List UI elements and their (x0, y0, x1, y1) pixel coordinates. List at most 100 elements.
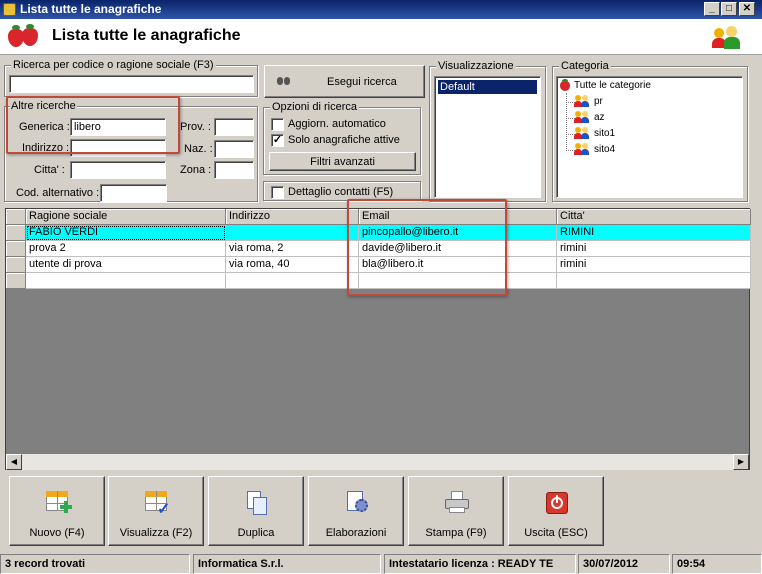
new-record-icon (44, 489, 72, 517)
minimize-button[interactable]: _ (704, 2, 720, 16)
new-button-label: Nuovo (F4) (29, 527, 85, 539)
naz-label: Naz. : (184, 143, 213, 155)
window-titlebar[interactable]: Lista tutte le anagrafiche _ □ ✕ (0, 0, 762, 19)
status-license: Intestatario licenza : READY TE (384, 554, 576, 574)
table-cell[interactable]: rimini (557, 257, 751, 273)
horizontal-scrollbar[interactable]: ◀ ▶ (6, 454, 749, 470)
grid-corner (6, 209, 26, 225)
options-legend: Opzioni di ricerca (270, 101, 359, 113)
category-legend: Categoria (559, 60, 611, 72)
category-tree[interactable]: Tutte le categorie pr az sito1 sito4 (556, 76, 743, 198)
category-item-label: sito1 (594, 128, 616, 139)
people-icon (574, 127, 591, 140)
new-button[interactable]: Nuovo (F4) (9, 476, 105, 546)
process-button-label: Elaborazioni (325, 527, 387, 539)
table-cell-empty[interactable] (359, 273, 557, 289)
indirizzo-input[interactable] (70, 139, 166, 157)
category-item-label: az (594, 112, 605, 123)
category-item[interactable]: az (574, 111, 605, 125)
row-indicator[interactable] (6, 273, 26, 289)
app-icon (3, 3, 16, 16)
table-cell[interactable]: utente di prova (26, 257, 226, 273)
category-item[interactable]: sito1 (574, 127, 616, 141)
exit-button[interactable]: Uscita (ESC) (508, 476, 604, 546)
duplicate-button[interactable]: Duplica (208, 476, 304, 546)
category-item[interactable]: pr (574, 95, 603, 109)
table-cell[interactable]: via roma, 40 (226, 257, 359, 273)
search-legend: Ricerca per codice o ragione sociale (F3… (11, 59, 216, 71)
print-button[interactable]: Stampa (F9) (408, 476, 504, 546)
exit-button-label: Uscita (ESC) (524, 527, 588, 539)
zona-input[interactable] (214, 161, 254, 179)
form-header: Lista tutte le anagrafiche (0, 19, 762, 55)
scroll-left-icon[interactable]: ◀ (6, 454, 22, 470)
table-cell[interactable]: davide@libero.it (359, 241, 557, 257)
status-time: 09:54 (672, 554, 762, 574)
other-searches-legend: Altre ricerche (10, 100, 77, 112)
page-title: Lista tutte le anagrafiche (52, 27, 241, 44)
category-root[interactable]: Tutte le categorie (560, 79, 651, 93)
search-input[interactable] (9, 75, 254, 93)
category-root-label: Tutte le categorie (574, 80, 651, 91)
category-item[interactable]: sito4 (574, 143, 615, 157)
row-indicator[interactable] (6, 225, 26, 241)
prov-label: Prov. : (180, 121, 211, 133)
generica-input[interactable] (70, 118, 166, 136)
table-cell[interactable]: via roma, 2 (226, 241, 359, 257)
records-grid[interactable]: Ragione sociale Indirizzo Email Citta' F… (5, 208, 751, 470)
citta-input[interactable] (70, 161, 166, 179)
column-header-ragione-sociale[interactable]: Ragione sociale (26, 209, 226, 225)
table-cell[interactable]: rimini (557, 241, 751, 257)
execute-search-label: Esegui ricerca (327, 76, 397, 88)
table-cell-empty[interactable] (557, 273, 751, 289)
scroll-right-icon[interactable]: ▶ (733, 454, 749, 470)
row-indicator[interactable] (6, 241, 26, 257)
column-header-email[interactable]: Email (359, 209, 557, 225)
contact-detail-checkbox[interactable] (271, 186, 284, 199)
view-item-default[interactable]: Default (438, 80, 537, 94)
view-button-label: Visualizza (F2) (119, 527, 193, 539)
active-only-label: Solo anagrafiche attive (288, 134, 400, 146)
execute-search-button[interactable]: Esegui ricerca (264, 65, 425, 98)
view-button[interactable]: ✓ Visualizza (F2) (108, 476, 204, 546)
status-date: 30/07/2012 (578, 554, 670, 574)
maximize-button[interactable]: □ (721, 2, 737, 16)
duplicate-icon (243, 489, 271, 517)
process-button[interactable]: Elaborazioni (308, 476, 404, 546)
prov-input[interactable] (214, 118, 254, 136)
close-button[interactable]: ✕ (739, 2, 755, 16)
table-cell[interactable] (226, 225, 359, 241)
table-cell-empty[interactable] (26, 273, 226, 289)
table-cell[interactable]: FABIO VERDI (26, 225, 226, 241)
column-header-citta[interactable]: Citta' (557, 209, 751, 225)
naz-input[interactable] (214, 140, 254, 158)
table-cell[interactable]: pincopallo@libero.it (359, 225, 557, 241)
citta-label: Citta' : (34, 164, 65, 176)
table-cell[interactable]: bla@libero.it (359, 257, 557, 273)
view-listbox[interactable]: Default (434, 76, 541, 198)
power-icon (543, 489, 571, 517)
zona-label: Zona : (180, 164, 212, 176)
category-item-label: pr (594, 96, 603, 107)
advanced-filters-button[interactable]: Filtri avanzati (269, 152, 416, 171)
binoculars-icon (277, 76, 291, 86)
auto-update-label: Aggiorn. automatico (288, 118, 386, 130)
active-only-checkbox[interactable]: ✓ (271, 134, 284, 147)
cod-alternativo-input[interactable] (100, 184, 167, 202)
printer-icon (443, 489, 471, 517)
table-cell-empty[interactable] (226, 273, 359, 289)
table-cell[interactable]: RIMINI (557, 225, 751, 241)
view-record-icon: ✓ (143, 489, 171, 518)
view-legend: Visualizzazione (436, 60, 516, 72)
strawberry-icon (560, 79, 571, 92)
row-indicator[interactable] (6, 257, 26, 273)
column-header-indirizzo[interactable]: Indirizzo (226, 209, 359, 225)
auto-update-checkbox[interactable] (271, 118, 284, 131)
table-cell[interactable]: prova 2 (26, 241, 226, 257)
people-icon (574, 143, 591, 156)
generica-label: Generica : (19, 121, 70, 133)
users-icon (712, 26, 740, 50)
print-button-label: Stampa (F9) (425, 527, 487, 539)
people-icon (574, 111, 591, 124)
cod-alternativo-label: Cod. alternativo : (16, 187, 100, 199)
